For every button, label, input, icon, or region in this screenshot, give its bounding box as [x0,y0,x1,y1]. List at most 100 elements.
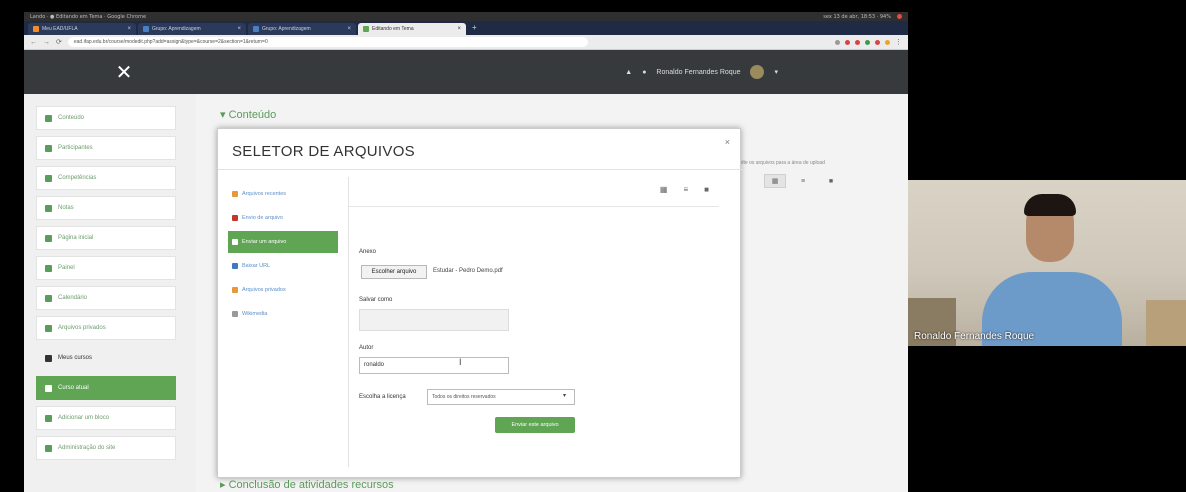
file-picker-dialog: SELETOR DE ARQUIVOS × Arquivos recentes … [217,128,742,478]
chevron-down-icon[interactable]: ▾ [774,68,778,76]
profile-icon[interactable] [885,39,890,45]
drawer-item-label: Arquivos privados [58,325,106,331]
chevron-down-icon: ▾ [563,393,567,399]
drawer-item[interactable]: Notas [36,196,176,220]
repository-icon [232,215,238,221]
drawer-item-label: Painel [58,265,75,271]
close-icon[interactable]: × [725,137,730,147]
attachment-label: Anexo [359,249,377,255]
drawer-item-label: Curso atual [58,385,89,391]
participant-hair [1024,194,1076,216]
drawer-item[interactable]: Adicionar um bloco [36,406,176,430]
drawer-item[interactable]: Administração do site [36,436,176,460]
repository-icon [232,263,238,269]
drawer-item[interactable]: Arquivos privados [36,316,176,340]
os-bar-right-text: sex 13 de abr, 18:53 · 94% [823,13,891,20]
repository-label: Envio de arquivo [242,215,283,221]
file-picker-panel: ▦ ≡ ■ Anexo Escolher arquivo Estudar - P… [348,177,719,467]
drawer-item[interactable]: Meus cursos [36,346,176,370]
drawer-item[interactable]: Conteúdo [36,106,176,130]
drawer-item-label: Conteúdo [58,115,85,121]
drawer-item-icon [45,234,52,242]
extension-icons: ⋮ [835,38,902,46]
background-view-buttons: ▦ ≡ ■ [764,174,842,188]
repository-item[interactable]: Envio de arquivo [228,207,338,229]
save-as-input[interactable] [359,309,509,331]
close-drawer-icon[interactable]: ✕ [24,60,224,84]
messages-icon[interactable]: ● [642,69,646,76]
extension-icon[interactable] [875,39,880,45]
browser-tab[interactable]: Meu EAD/UFLA × [28,23,136,35]
address-bar: ← → ⟳ ead.ifap.edu.br/course/modedit.php… [24,35,908,50]
tab-favicon-icon [143,26,149,32]
repository-item[interactable]: Arquivos recentes [228,183,338,205]
drawer-item-active[interactable]: Curso atual [36,376,176,400]
repository-item[interactable]: Baixar URL [228,255,338,277]
drawer-item-label: Competências [58,175,97,181]
navbar-user-area: ▲ ● Ronaldo Fernandes Roque ▾ [625,65,778,79]
browser-menu-icon[interactable]: ⋮ [895,38,902,46]
upload-icon [232,239,238,245]
extension-icon[interactable] [855,39,860,45]
repository-item-active[interactable]: Enviar um arquivo [228,231,338,253]
folder-view-icon[interactable]: ■ [820,174,842,188]
notifications-icon[interactable]: ▲ [625,69,632,76]
list-view-icon[interactable]: ≡ [792,174,814,188]
license-label: Escolha a licença [359,394,406,400]
browser-tab-bar: Meu EAD/UFLA × Grupo: Aprendizagem × Grupo… [24,21,908,35]
view-mode-buttons: ▦ ≡ ■ [660,185,709,194]
forward-icon[interactable]: → [43,39,50,46]
drawer-item[interactable]: Painel [36,256,176,280]
user-avatar[interactable] [750,65,765,79]
tab-close-icon[interactable]: × [127,26,131,32]
drawer-item-label: Calendário [58,295,88,301]
power-icon[interactable] [897,13,902,19]
url-field[interactable]: ead.ifap.edu.br/course/modedit.php?add=a… [67,37,588,47]
section-title: Conclusão de atividades recursos [228,479,394,491]
upload-file-button[interactable]: Enviar este arquivo [495,417,575,433]
author-input[interactable]: ronaldo [359,357,509,374]
stage: Lando · ● Editando em Tema · Google Chro… [0,0,1186,492]
folder-view-icon[interactable]: ■ [704,185,709,194]
extension-icon[interactable] [845,39,850,45]
back-icon[interactable]: ← [30,39,37,46]
extension-icon[interactable] [865,39,870,45]
drawer-item[interactable]: Página inicial [36,226,176,250]
star-icon[interactable] [835,39,840,45]
drawer-item[interactable]: Calendário [36,286,176,310]
repository-list: Arquivos recentes Envio de arquivo Envia… [228,183,338,327]
repository-label: Arquivos privados [242,287,286,293]
repository-icon [232,287,238,293]
repository-item[interactable]: Arquivos privados [228,279,338,301]
grid-view-icon[interactable]: ▦ [660,185,668,194]
section-header-conteudo[interactable]: ▾ Conteúdo [220,108,276,121]
tab-close-icon[interactable]: × [457,26,461,32]
nav-drawer: Conteúdo Participantes Competências Nota… [24,94,196,492]
section-header-conclusao[interactable]: ▸ Conclusão de atividades recursos [220,478,394,491]
repository-item[interactable]: Wikimedia [228,303,338,325]
drawer-item-label: Participantes [58,145,93,151]
tab-close-icon[interactable]: × [237,26,241,32]
divider [218,169,742,170]
grid-view-icon[interactable]: ▦ [764,174,786,188]
browser-tab[interactable]: Grupo: Aprendizagem × [138,23,246,35]
dialog-title: SELETOR DE ARQUIVOS [232,143,415,160]
tab-favicon-icon [363,26,369,32]
tab-close-icon[interactable]: × [347,26,351,32]
browser-tab[interactable]: Grupo: Aprendizagem × [248,23,356,35]
license-select[interactable]: Todos os direitos reservados [427,389,575,405]
tab-label: Editando em Tema [372,26,414,32]
new-tab-icon[interactable]: + [468,23,481,35]
drawer-item[interactable]: Competências [36,166,176,190]
reload-icon[interactable]: ⟳ [56,38,62,46]
tab-favicon-icon [33,26,39,32]
choose-file-button[interactable]: Escolher arquivo [361,265,427,279]
os-bar-right: sex 13 de abr, 18:53 · 94% [823,13,902,20]
section-title: Conteúdo [228,109,277,121]
chosen-file-name: Estudar - Pedro Demo.pdf [433,268,503,274]
browser-tab-active[interactable]: Editando em Tema × [358,23,466,35]
drawer-item[interactable]: Participantes [36,136,176,160]
navbar-user-name[interactable]: Ronaldo Fernandes Roque [656,69,740,76]
list-view-icon[interactable]: ≡ [683,185,688,194]
file-picker-toolbar: ▦ ≡ ■ [349,177,719,207]
